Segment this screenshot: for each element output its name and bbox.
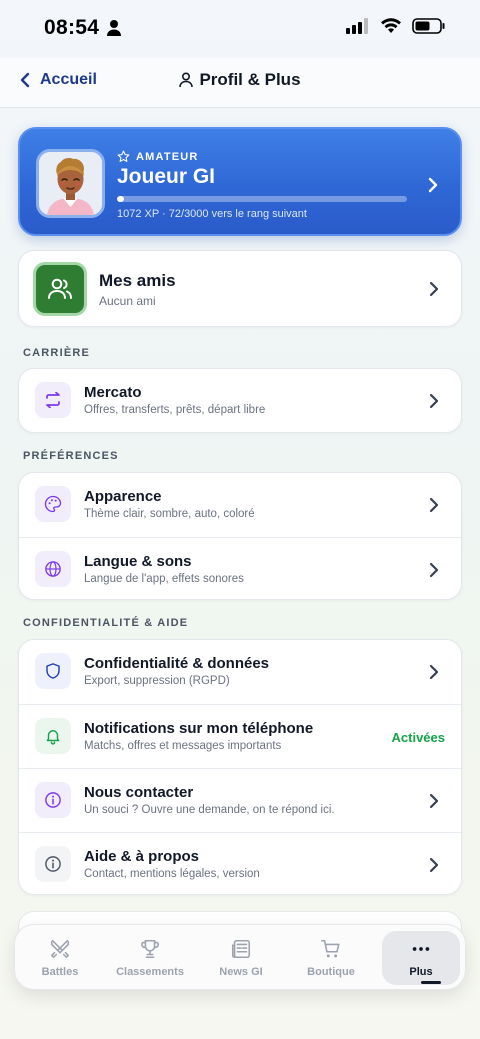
palette-icon (35, 486, 71, 522)
battery-icon (412, 18, 445, 34)
player-name: Joueur GI (117, 165, 216, 188)
shield-icon (35, 653, 71, 689)
person-icon (107, 20, 121, 36)
tab-active-indicator (421, 981, 441, 984)
tab-label: News GI (219, 966, 263, 978)
menu-item-notifications[interactable]: Notifications sur mon téléphone Matchs, … (19, 704, 461, 768)
tab-label: Classements (116, 966, 184, 978)
xp-progress-fill (117, 196, 124, 202)
menu-item-language[interactable]: Langue & sons Langue de l'app, effets so… (19, 537, 461, 601)
xp-progress-bar (117, 196, 407, 202)
tab-battles[interactable]: Battles (15, 925, 105, 991)
chevron-right-icon (429, 393, 439, 409)
info-icon (35, 846, 71, 882)
friends-icon (33, 262, 87, 316)
status-bar: 08:54 (0, 0, 480, 58)
preferences-card: Apparence Thème clair, sombre, auto, col… (18, 472, 462, 600)
section-title-privacy: CONFIDENTIALITÉ & AIDE (23, 617, 189, 629)
xp-text: 1072 XP · 72/3000 vers le rang suivant (117, 208, 307, 220)
menu-item-subtitle: Matchs, offres et messages importants (84, 740, 282, 752)
tab-classements[interactable]: Classements (105, 925, 195, 991)
avatar (36, 149, 105, 218)
friends-card[interactable]: Mes amis Aucun ami (18, 250, 462, 327)
trophy-icon (141, 939, 159, 959)
tab-bar: Battles Classements News GI Boutique Plu… (14, 924, 466, 990)
menu-item-title: Mercato (84, 384, 142, 401)
chevron-right-icon (429, 857, 439, 873)
menu-item-appearance[interactable]: Apparence Thème clair, sombre, auto, col… (19, 473, 461, 537)
tab-label: Battles (41, 966, 79, 978)
nav-header: Accueil Profil & Plus (0, 58, 480, 108)
info-circle-icon (35, 782, 71, 818)
cellular-signal-icon (346, 18, 368, 34)
menu-item-contact[interactable]: Nous contacter Un souci ? Ouvre une dema… (19, 768, 461, 832)
menu-item-title: Langue & sons (84, 553, 192, 570)
menu-item-title: Nous contacter (84, 784, 194, 801)
wifi-icon (381, 18, 401, 33)
status-time: 08:54 (44, 16, 100, 39)
tab-news[interactable]: News GI (196, 925, 286, 991)
menu-item-privacy[interactable]: Confidentialité & données Export, suppre… (19, 640, 461, 704)
menu-item-subtitle: Thème clair, sombre, auto, coloré (84, 508, 255, 520)
menu-item-help[interactable]: Aide & à propos Contact, mentions légale… (19, 832, 461, 896)
menu-item-title: Aide & à propos (84, 848, 200, 865)
swords-icon (50, 939, 70, 959)
chevron-right-icon (429, 497, 439, 513)
status-indicators (346, 18, 446, 34)
newspaper-icon (231, 939, 251, 959)
menu-item-subtitle: Langue de l'app, effets sonores (84, 573, 244, 585)
career-card: Mercato Offres, transferts, prêts, dépar… (18, 368, 462, 433)
chevron-right-icon (428, 177, 438, 193)
menu-item-title: Notifications sur mon téléphone (84, 720, 314, 737)
page-title-text: Profil & Plus (199, 70, 301, 89)
menu-item-title: Apparence (84, 488, 162, 505)
cart-icon (321, 939, 340, 958)
menu-item-subtitle: Contact, mentions légales, version (84, 868, 260, 880)
player-avatar-illustration (39, 152, 102, 215)
user-outline-icon (179, 72, 194, 88)
chevron-right-icon (429, 562, 439, 578)
star-icon (117, 150, 130, 162)
friends-subtitle: Aucun ami (99, 294, 156, 308)
menu-item-subtitle: Export, suppression (RGPD) (84, 675, 230, 687)
tab-label: Boutique (307, 966, 355, 978)
menu-item-title: Confidentialité & données (84, 655, 270, 672)
chevron-right-icon (429, 793, 439, 809)
menu-item-mercato[interactable]: Mercato Offres, transferts, prêts, dépar… (19, 369, 461, 433)
friends-title: Mes amis (99, 271, 176, 290)
menu-item-subtitle: Un souci ? Ouvre une demande, on te répo… (84, 804, 335, 816)
globe-icon (35, 551, 71, 587)
more-icon (412, 947, 430, 951)
bell-icon (35, 718, 71, 754)
chevron-right-icon (429, 664, 439, 680)
notifications-status: Activées (391, 730, 445, 745)
profile-card[interactable]: AMATEUR Joueur GI 1072 XP · 72/3000 vers… (18, 127, 462, 236)
tab-label: Plus (409, 966, 433, 978)
rank-label: AMATEUR (136, 150, 199, 163)
section-title-preferences: PRÉFÉRENCES (23, 450, 119, 462)
tab-boutique[interactable]: Boutique (286, 925, 376, 991)
menu-item-subtitle: Offres, transferts, prêts, départ libre (84, 404, 266, 416)
rank-row: AMATEUR (117, 150, 199, 163)
chevron-right-icon (429, 281, 439, 297)
swap-arrows-icon (35, 382, 71, 418)
page-title: Profil & Plus (0, 70, 480, 90)
privacy-card: Confidentialité & données Export, suppre… (18, 639, 462, 895)
section-title-career: CARRIÈRE (23, 347, 91, 359)
